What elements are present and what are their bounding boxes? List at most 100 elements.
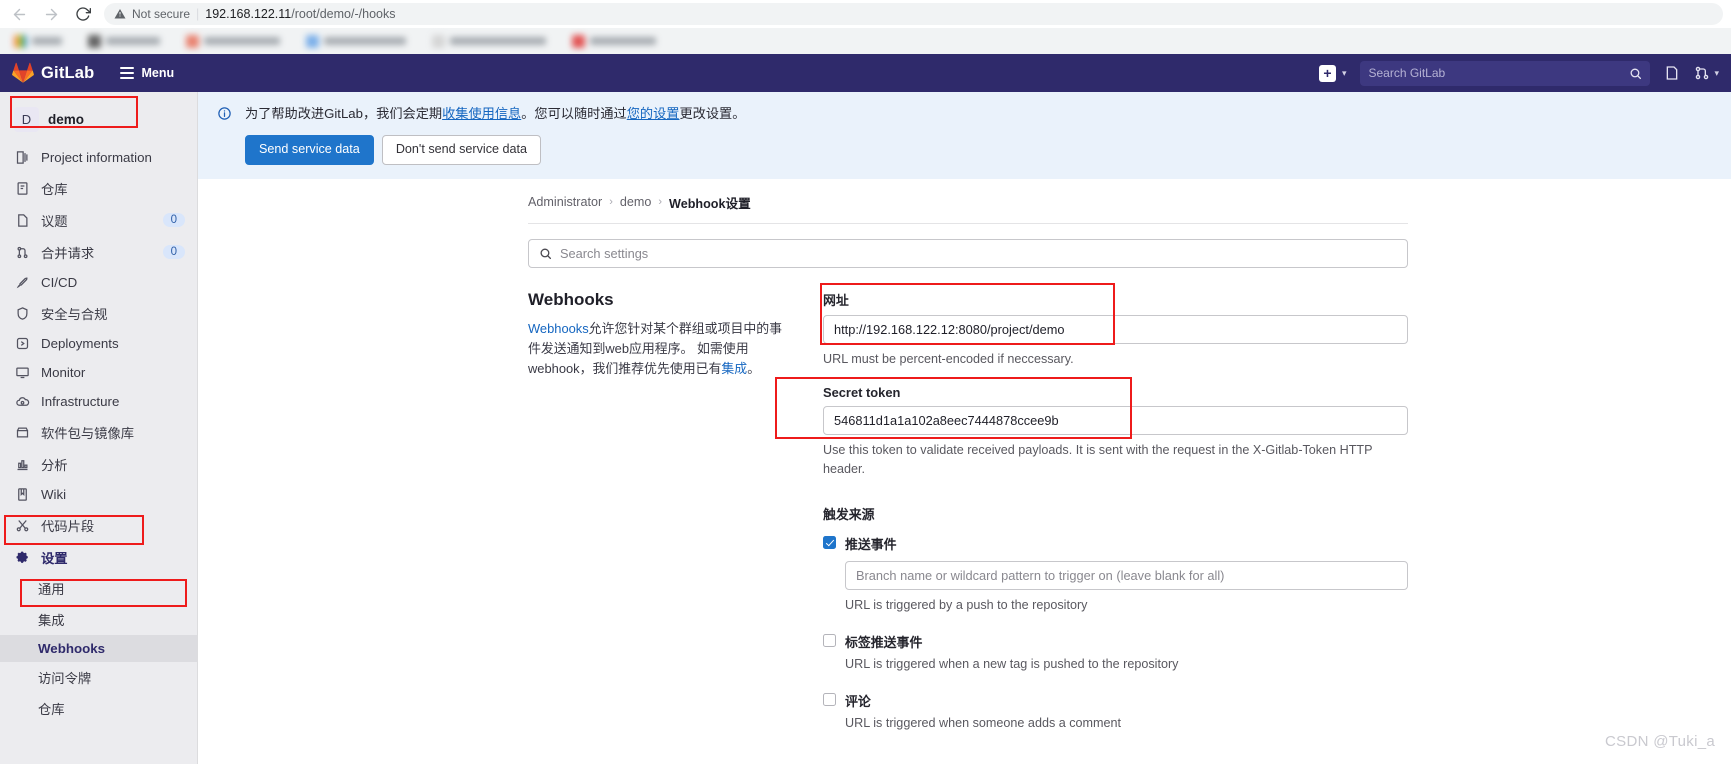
sidebar-item-packages-registries[interactable]: 软件包与镜像库 — [0, 416, 197, 448]
sidebar-item-wiki[interactable]: Wiki — [0, 480, 197, 509]
sidebar-item-security-compliance[interactable]: 安全与合规 — [0, 297, 197, 329]
reload-icon[interactable] — [72, 3, 94, 25]
navbar-right-actions: + ▾ Search GitLab ▾ — [1318, 60, 1719, 86]
url-path: /root/demo/-/hooks — [291, 7, 396, 21]
tag-push-events-help: URL is triggered when a new tag is pushe… — [845, 657, 1179, 672]
tag-push-events-checkbox[interactable] — [823, 634, 836, 648]
back-icon[interactable] — [8, 3, 30, 25]
main-menu-button[interactable]: Menu — [120, 66, 174, 80]
alert-text-2: 。您可以随时通过 — [521, 106, 627, 121]
sidebar-item-merge-requests[interactable]: 合并请求 0 — [0, 236, 197, 268]
sidebar-item-deployments[interactable]: Deployments — [0, 329, 197, 358]
sidebar-item-integrations[interactable]: 集成 — [0, 604, 197, 635]
search-input[interactable]: Search GitLab — [1360, 60, 1651, 86]
trigger-section-title: 触发来源 — [823, 507, 875, 523]
sidebar-item-label: 议题 — [41, 213, 68, 229]
gitlab-brand-text: GitLab — [41, 63, 95, 82]
sidebar-item-general[interactable]: 通用 — [0, 573, 197, 604]
token-help-text: Use this token to validate received payl… — [823, 443, 1373, 477]
create-new-button[interactable]: + ▾ — [1318, 64, 1347, 82]
sidebar-subitem-label: Webhooks — [38, 641, 105, 656]
send-service-data-button[interactable]: Send service data — [245, 134, 374, 165]
trigger-comments: 评论 URL is triggered when someone adds a … — [823, 691, 1408, 733]
sidebar-item-monitor[interactable]: Monitor — [0, 358, 197, 387]
comments-row[interactable]: 评论 — [823, 691, 1408, 710]
bookmark-item[interactable] — [572, 34, 656, 48]
branch-filter-input[interactable] — [845, 561, 1408, 591]
tag-push-events-row[interactable]: 标签推送事件 — [823, 632, 1408, 651]
sidebar-item-snippets[interactable]: 代码片段 — [0, 509, 197, 541]
sidebar-item-repository[interactable]: 仓库 — [0, 172, 197, 204]
infrastructure-cloud-icon — [14, 394, 30, 410]
address-bar[interactable]: Not secure | 192.168.122.11/root/demo/-/… — [104, 3, 1723, 25]
integrations-link[interactable]: 集成 — [721, 361, 747, 376]
sidebar-item-label: 代码片段 — [41, 518, 95, 534]
bookmark-item[interactable] — [88, 34, 160, 48]
your-settings-link[interactable]: 您的设置 — [627, 106, 680, 121]
wiki-book-icon — [14, 487, 30, 503]
alert-text-3: 更改设置。 — [679, 106, 746, 121]
sidebar-item-project-information[interactable]: Project information — [0, 143, 197, 172]
settings-gear-icon — [14, 549, 30, 565]
main-content: 为了帮助改进GitLab，我们会定期收集使用信息。您可以随时通过您的设置更改设置… — [198, 92, 1731, 764]
chevron-down-icon: ▾ — [1341, 67, 1347, 78]
search-settings-placeholder: Search settings — [560, 245, 649, 261]
sidebar-item-label: 合并请求 — [41, 245, 95, 261]
bookmark-item[interactable] — [186, 34, 280, 48]
collect-usage-info-link[interactable]: 收集使用信息 — [442, 106, 521, 121]
sidebar-item-analytics[interactable]: 分析 — [0, 448, 197, 480]
sidebar-item-issues[interactable]: 议题 0 — [0, 204, 197, 236]
alert-message: 为了帮助改进GitLab，我们会定期收集使用信息。您可以随时通过您的设置更改设置… — [245, 104, 745, 124]
sidebar-subitem-label: 仓库 — [38, 702, 65, 717]
sidebar-item-label: 分析 — [41, 457, 68, 473]
tag-push-events-details: URL is triggered when a new tag is pushe… — [845, 655, 1408, 674]
bookmark-item[interactable] — [306, 34, 406, 48]
sidebar-project-header[interactable]: D demo — [8, 102, 189, 137]
sidebar-subitem-label: 通用 — [38, 582, 65, 597]
comments-checkbox[interactable] — [823, 692, 836, 706]
bookmark-item[interactable] — [14, 34, 62, 48]
sidebar-item-repository-settings[interactable]: 仓库 — [0, 693, 197, 724]
gitlab-logo-link[interactable]: GitLab — [12, 62, 94, 84]
not-secure-warning-icon — [114, 8, 126, 20]
push-events-row[interactable]: 推送事件 — [823, 534, 1408, 553]
token-field-label: Secret token — [823, 385, 901, 401]
merge-requests-count-badge: 0 — [162, 245, 185, 259]
sidebar-item-webhooks[interactable]: Webhooks — [0, 635, 197, 662]
search-settings-input[interactable]: Search settings — [528, 238, 1408, 268]
shield-icon — [14, 305, 30, 321]
trigger-tag-push-events: 标签推送事件 URL is triggered when a new tag i… — [823, 632, 1408, 674]
url-field-label: 网址 — [823, 292, 849, 308]
sidebar-item-settings[interactable]: 设置 — [0, 541, 197, 573]
issues-nav-icon[interactable] — [1664, 65, 1680, 81]
sidebar-item-cicd[interactable]: CI/CD — [0, 268, 197, 297]
sidebar-item-label: 仓库 — [41, 181, 68, 197]
cicd-rocket-icon — [14, 275, 30, 291]
main-menu-label: Menu — [141, 66, 175, 80]
webhooks-doc-link[interactable]: Webhooks — [528, 321, 589, 336]
push-events-checkbox[interactable] — [823, 536, 836, 550]
token-field-group: Secret token Use this token to validate … — [775, 377, 1408, 479]
breadcrumb-separator: › — [658, 196, 663, 209]
dont-send-service-data-button[interactable]: Don't send service data — [381, 134, 542, 165]
analytics-chart-icon — [14, 456, 30, 472]
webhooks-section-info: Webhooks Webhooks允许您针对某个群组或项目中的事件发送通知到we… — [528, 290, 793, 750]
url-input[interactable] — [823, 314, 1408, 344]
info-circle-icon — [216, 105, 233, 122]
hamburger-icon — [120, 67, 135, 79]
secret-token-input[interactable] — [823, 406, 1408, 436]
breadcrumb-item-administrator[interactable]: Administrator — [528, 195, 602, 209]
merge-requests-icon — [14, 244, 30, 260]
webhooks-description-end: 。 — [747, 360, 761, 376]
page-title: Webhooks — [528, 289, 614, 309]
breadcrumb-item-demo[interactable]: demo — [620, 195, 652, 209]
search-placeholder: Search GitLab — [1368, 66, 1446, 80]
sidebar-item-infrastructure[interactable]: Infrastructure — [0, 387, 197, 416]
forward-icon[interactable] — [40, 3, 62, 25]
merge-requests-nav-icon[interactable]: ▾ — [1694, 65, 1719, 81]
push-events-details: URL is triggered by a push to the reposi… — [845, 561, 1408, 615]
settings-content: Administrator › demo › Webhook设置 Search … — [198, 179, 1731, 750]
issues-count-badge: 0 — [162, 213, 185, 227]
bookmark-item[interactable] — [432, 34, 546, 48]
sidebar-item-access-tokens[interactable]: 访问令牌 — [0, 662, 197, 693]
